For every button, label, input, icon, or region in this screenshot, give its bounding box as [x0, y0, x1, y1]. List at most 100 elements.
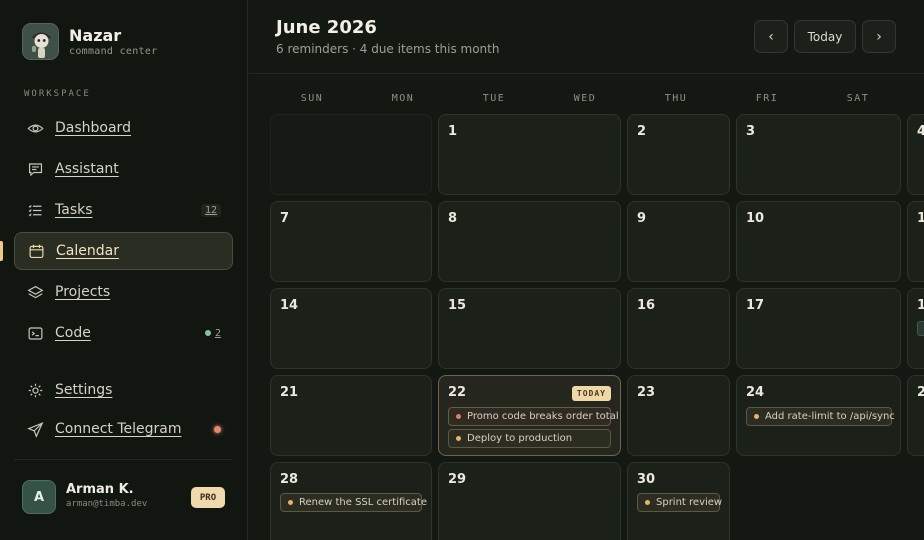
day-number: 22	[448, 385, 467, 400]
calendar-day-1[interactable]: 1	[438, 114, 621, 195]
reminder-dot	[288, 500, 293, 505]
sidebar-item-dashboard[interactable]: Dashboard	[14, 109, 233, 147]
terminal-icon	[26, 324, 44, 342]
day-number: 28	[280, 472, 299, 487]
calendar-day-21[interactable]: 21	[270, 375, 432, 456]
sidebar-item-label: Projects	[55, 284, 111, 300]
sidebar-item-label: Code	[55, 325, 91, 341]
calendar-day-17[interactable]: 17	[736, 288, 901, 369]
sidebar: Nazar command center WORKSPACE Dashboard…	[0, 0, 248, 540]
day-number: 8	[448, 211, 458, 226]
user-name: Arman K.	[66, 482, 134, 497]
sidebar-item-settings[interactable]: Settings	[14, 371, 233, 409]
avatar[interactable]: A	[22, 480, 56, 514]
weekday-fri: FRI	[755, 93, 779, 104]
day-number: 21	[280, 385, 299, 400]
sidebar-item-label: Settings	[55, 382, 113, 398]
calendar-day-8[interactable]: 8	[438, 201, 621, 282]
gear-icon	[26, 381, 44, 399]
calendar-day-9[interactable]: 9	[627, 201, 730, 282]
code-count: 2	[214, 327, 221, 339]
calendar-day-7[interactable]: 7	[270, 201, 432, 282]
event-title: Deploy to production	[467, 433, 573, 444]
telegram-status-dot	[214, 425, 221, 433]
event-title: Promo code breaks order total	[467, 411, 619, 422]
brand-subtitle: command center	[69, 46, 158, 57]
prev-month-button[interactable]: ‹	[754, 20, 788, 53]
workspace-section-label: WORKSPACE	[24, 89, 91, 99]
calendar-day-18[interactable]: 18	[907, 288, 924, 369]
sidebar-item-label: Calendar	[56, 243, 119, 259]
calendar-day-22-today[interactable]: 22 TODAY Promo code breaks order total D…	[438, 375, 621, 456]
reminder-dot	[456, 436, 461, 441]
sidebar-item-calendar[interactable]: Calendar	[14, 232, 233, 270]
day-number: 2	[637, 124, 647, 139]
calendar-day-24[interactable]: 24 Add rate-limit to /api/sync	[736, 375, 901, 456]
day-number: 4	[917, 124, 924, 139]
day-number: 14	[280, 298, 299, 313]
weekday-thu: THU	[664, 93, 688, 104]
calendar-day-25[interactable]: 25	[907, 375, 924, 456]
calendar-day-11[interactable]: 11	[907, 201, 924, 282]
calendar-icon	[27, 242, 45, 260]
calendar-day-30[interactable]: 30 Sprint review	[627, 462, 730, 540]
event-chip[interactable]: Sprint review	[637, 493, 723, 512]
event-chip-partial[interactable]	[917, 321, 924, 336]
sidebar-item-code[interactable]: Code 2	[14, 314, 233, 352]
day-number: 18	[917, 298, 924, 313]
calendar-day-3[interactable]: 3	[736, 114, 901, 195]
calendar-day-15[interactable]: 15	[438, 288, 621, 369]
event-chip[interactable]: Renew the SSL certificate	[280, 493, 427, 512]
sidebar-item-projects[interactable]: Projects	[14, 273, 233, 311]
calendar-day-23[interactable]: 23	[627, 375, 730, 456]
weekday-mon: MON	[391, 93, 415, 104]
today-button[interactable]: Today	[794, 20, 856, 53]
plan-badge: PRO	[191, 487, 225, 508]
day-number: 3	[746, 124, 756, 139]
bug-dot	[456, 414, 461, 419]
day-number: 9	[637, 211, 647, 226]
calendar-day-14[interactable]: 14	[270, 288, 432, 369]
layers-icon	[26, 283, 44, 301]
day-number: 17	[746, 298, 765, 313]
sidebar-item-assistant[interactable]: Assistant	[14, 150, 233, 188]
calendar-day-16[interactable]: 16	[627, 288, 730, 369]
main-content: June 2026 6 reminders · 4 due items this…	[249, 0, 924, 540]
active-indicator	[0, 241, 3, 261]
sidebar-divider	[14, 459, 232, 460]
event-title: Sprint review	[656, 497, 723, 508]
calendar-day-28[interactable]: 28 Renew the SSL certificate	[270, 462, 432, 540]
today-badge: TODAY	[571, 386, 611, 401]
sidebar-item-label: Dashboard	[55, 120, 131, 136]
brand-logo[interactable]	[22, 23, 59, 60]
list-icon	[26, 201, 44, 219]
next-month-button[interactable]: ›	[862, 20, 896, 53]
day-number: 25	[917, 385, 924, 400]
sidebar-item-connect-telegram[interactable]: Connect Telegram	[14, 410, 233, 448]
calendar-cell-empty	[270, 114, 432, 195]
event-chip[interactable]: Promo code breaks order total	[448, 407, 619, 426]
day-number: 29	[448, 472, 467, 487]
weekday-sat: SAT	[846, 93, 870, 104]
calendar-day-2[interactable]: 2	[627, 114, 730, 195]
day-number: 7	[280, 211, 290, 226]
weekday-sun: SUN	[300, 93, 324, 104]
day-number: 23	[637, 385, 656, 400]
calendar-day-4[interactable]: 4	[907, 114, 924, 195]
eye-icon	[26, 119, 44, 137]
weekday-wed: WED	[573, 93, 597, 104]
day-number: 24	[746, 385, 765, 400]
calendar-day-29[interactable]: 29	[438, 462, 621, 540]
nazar-mascot-icon	[23, 24, 58, 59]
page-title: June 2026	[276, 17, 377, 38]
reminder-dot	[754, 414, 759, 419]
calendar-day-10[interactable]: 10	[736, 201, 901, 282]
event-chip[interactable]: Deploy to production	[448, 429, 611, 448]
user-email: arman@timba.dev	[66, 499, 148, 509]
event-title: Renew the SSL certificate	[299, 497, 427, 508]
sidebar-item-label: Connect Telegram	[55, 421, 182, 437]
event-chip[interactable]: Add rate-limit to /api/sync	[746, 407, 895, 426]
chat-icon	[26, 160, 44, 178]
sidebar-item-label: Assistant	[55, 161, 119, 177]
sidebar-item-tasks[interactable]: Tasks 12	[14, 191, 233, 229]
